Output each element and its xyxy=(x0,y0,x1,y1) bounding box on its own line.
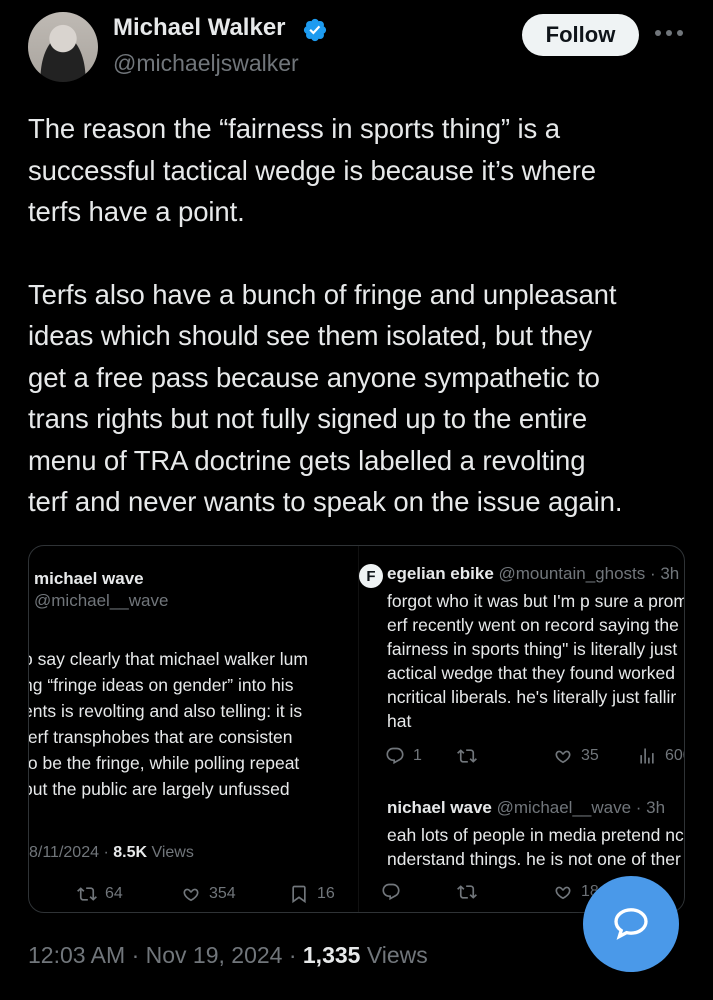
reply1-line: ncritical liberals. he's literally just … xyxy=(387,687,677,707)
reply2-header: nichael wave @michael__wave · 3h xyxy=(387,798,666,817)
author-name[interactable]: Michael Walker xyxy=(113,14,286,42)
views-label: Views xyxy=(360,942,428,968)
embedded-retweet-stat: 64 xyxy=(77,884,123,904)
embedded-line: terf transphobes that are consisten xyxy=(29,727,293,747)
reply2-replies xyxy=(381,882,401,902)
tweet-line: get a free pass because anyone sympathet… xyxy=(28,361,600,393)
embedded-image[interactable]: michael wave @michael__wave o say clearl… xyxy=(28,545,685,913)
embedded-author-handle: @michael__wave xyxy=(34,591,169,610)
reply-icon xyxy=(386,747,404,765)
reply1-retweets xyxy=(457,746,477,766)
tweet-timestamp-views: 12:03 AM · Nov 19, 2024 · 1,335 Views xyxy=(28,942,428,969)
reply1-line: forgot who it was but I'm p sure a prom xyxy=(387,591,685,611)
avatar[interactable] xyxy=(28,12,98,82)
more-icon[interactable] xyxy=(652,24,686,42)
reply1-header: egelian ebike @mountain_ghosts · 3h xyxy=(387,564,680,583)
reply1-line: erf recently went on record saying the xyxy=(387,615,679,635)
reply1-replies: 1 xyxy=(385,746,422,766)
embedded-bookmark-stat: 16 xyxy=(289,884,335,904)
tweet-line: ideas which should see them isolated, bu… xyxy=(28,320,593,351)
embedded-left-screenshot: michael wave @michael__wave o say clearl… xyxy=(29,546,359,912)
reply-icon xyxy=(382,883,400,901)
embedded-line: ng “fringe ideas on gender” into his xyxy=(29,675,294,695)
tweet-line: The reason the “fairness in sports thing… xyxy=(28,113,560,144)
follow-fragment: F xyxy=(359,564,383,588)
embedded-author-name: michael wave xyxy=(34,569,144,588)
bookmark-icon xyxy=(292,885,306,904)
like-icon xyxy=(183,888,199,902)
tweet-timestamp[interactable]: 12:03 AM · Nov 19, 2024 · xyxy=(28,942,303,968)
reply2-line: nderstand things. he is not one of ther xyxy=(387,849,681,869)
embedded-line: out the public are largely unfussed xyxy=(29,779,290,799)
compose-reply-icon xyxy=(614,908,648,940)
retweet-icon xyxy=(457,885,477,899)
reply1-likes: 35 xyxy=(553,746,599,766)
views-icon xyxy=(640,748,654,764)
tweet-line: Terfs also have a bunch of fringe and un… xyxy=(28,278,617,310)
embedded-line: ents is revolting and also telling: it i… xyxy=(29,701,303,721)
tweet-line: terfs have a point. xyxy=(28,196,245,227)
tweet-text: The reason the “fairness in sports thing… xyxy=(28,108,698,523)
embedded-right-screenshot: F egelian ebike @mountain_ghosts · 3h fo… xyxy=(359,546,685,912)
compose-reply-button[interactable] xyxy=(583,876,679,972)
view-count: 1,335 xyxy=(302,942,361,968)
tweet-line: terf and never wants to speak on the iss… xyxy=(28,486,623,517)
retweet-icon xyxy=(77,887,97,901)
tweet-line: successful tactical wedge is because it’… xyxy=(28,154,596,186)
reply2-line: eah lots of people in media pretend nc xyxy=(387,825,684,845)
reply1-line: hat xyxy=(387,711,412,731)
reply1-line: fairness in sports thing" is literally j… xyxy=(387,639,678,659)
reply1-line: actical wedge that they found worked xyxy=(387,663,675,683)
reply2-retweets xyxy=(457,882,477,902)
retweet-icon xyxy=(457,749,477,763)
reply1-views: 600 xyxy=(637,746,684,766)
verified-badge-icon xyxy=(303,18,327,42)
like-icon xyxy=(555,886,571,900)
embedded-meta: 8/11/2024 · 8.5K Views xyxy=(29,844,194,861)
embedded-like-stat: 354 xyxy=(181,884,236,904)
follow-button[interactable]: Follow xyxy=(522,14,639,56)
tweet-line: trans rights but not fully signed up to … xyxy=(28,403,588,434)
tweet-line: menu of TRA doctrine gets labelled a rev… xyxy=(28,444,586,476)
embedded-line: to be the fringe, while polling repeat xyxy=(29,753,300,773)
like-icon xyxy=(555,750,571,764)
author-handle[interactable]: @michaeljswalker xyxy=(113,50,299,77)
embedded-line: o say clearly that michael walker lum xyxy=(29,649,308,669)
